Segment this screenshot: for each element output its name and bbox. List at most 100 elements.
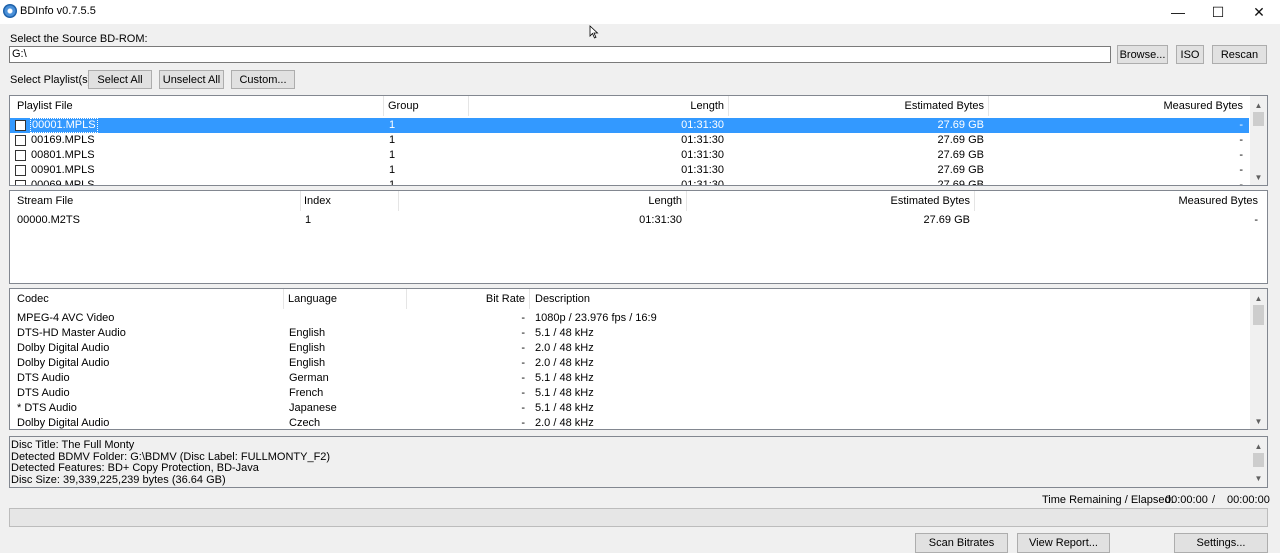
col-estimated-bytes[interactable]: Estimated Bytes xyxy=(686,191,970,211)
codec-row[interactable]: MPEG-4 AVC Video - 1080p / 23.976 fps / … xyxy=(10,311,1249,326)
scroll-down-icon[interactable]: ▼ xyxy=(1250,471,1267,485)
codec-description: 5.1 / 48 kHz xyxy=(535,327,594,339)
playlist-row[interactable]: 00069.MPLS 1 01:31:30 27.69 GB - xyxy=(10,178,1249,186)
playlist-checkbox[interactable] xyxy=(15,165,26,176)
playlist-file: 00169.MPLS xyxy=(31,134,95,146)
col-language[interactable]: Language xyxy=(288,289,337,309)
disc-info-box[interactable]: Disc Title: The Full Monty Detected BDMV… xyxy=(9,436,1268,488)
time-separator: / xyxy=(1212,494,1216,506)
playlist-row[interactable]: 00801.MPLS 1 01:31:30 27.69 GB - xyxy=(10,148,1249,163)
codec-language: German xyxy=(289,372,329,384)
playlist-measured: - xyxy=(1239,149,1243,161)
view-report-button[interactable]: View Report... xyxy=(1017,533,1110,553)
scan-progress-bar xyxy=(9,508,1268,527)
scroll-up-icon[interactable]: ▲ xyxy=(1250,439,1267,453)
scroll-up-icon[interactable]: ▲ xyxy=(1250,98,1267,112)
playlist-estimated: 27.69 GB xyxy=(937,134,984,146)
col-estimated-bytes[interactable]: Estimated Bytes xyxy=(728,96,984,116)
playlist-file: 00801.MPLS xyxy=(31,149,95,161)
codec-name: DTS-HD Master Audio xyxy=(17,327,126,339)
codec-row[interactable]: Dolby Digital Audio English - 2.0 / 48 k… xyxy=(10,356,1249,371)
scroll-thumb[interactable] xyxy=(1253,112,1264,126)
playlist-measured: - xyxy=(1239,164,1243,176)
scroll-down-icon[interactable]: ▼ xyxy=(1250,414,1267,428)
codec-name: DTS Audio xyxy=(17,387,70,399)
col-measured-bytes[interactable]: Measured Bytes xyxy=(988,96,1243,116)
codec-scrollbar[interactable]: ▲ ▼ xyxy=(1250,289,1267,429)
iso-button[interactable]: ISO xyxy=(1176,45,1204,64)
maximize-button[interactable]: ☐ xyxy=(1195,0,1241,24)
col-description[interactable]: Description xyxy=(535,289,590,309)
codec-name: Dolby Digital Audio xyxy=(17,342,110,354)
playlist-scrollbar[interactable]: ▲ ▼ xyxy=(1250,96,1267,185)
scroll-thumb[interactable] xyxy=(1253,305,1264,325)
col-bit-rate[interactable]: Bit Rate xyxy=(406,289,525,309)
codec-row[interactable]: Dolby Digital Audio English - 2.0 / 48 k… xyxy=(10,341,1249,356)
disc-title-line: Disc Title: The Full Monty xyxy=(11,439,135,451)
custom-button[interactable]: Custom... xyxy=(231,70,295,89)
playlist-length: 01:31:30 xyxy=(681,134,724,146)
playlist-group: 1 xyxy=(389,119,396,131)
source-path-value: G:\ xyxy=(12,48,27,60)
col-playlist-file[interactable]: Playlist File xyxy=(17,96,73,116)
scroll-thumb[interactable] xyxy=(1253,453,1264,467)
col-length[interactable]: Length xyxy=(468,96,724,116)
col-stream-file[interactable]: Stream File xyxy=(17,191,73,211)
playlist-length: 01:31:30 xyxy=(681,149,724,161)
playlist-estimated: 27.69 GB xyxy=(937,149,984,161)
col-group[interactable]: Group xyxy=(388,96,419,116)
codec-row[interactable]: * DTS Audio Japanese - 5.1 / 48 kHz xyxy=(10,401,1249,416)
playlist-row[interactable]: 00901.MPLS 1 01:31:30 27.69 GB - xyxy=(10,163,1249,178)
playlist-group: 1 xyxy=(389,179,396,186)
codec-row[interactable]: DTS Audio German - 5.1 / 48 kHz xyxy=(10,371,1249,386)
codec-description: 5.1 / 48 kHz xyxy=(535,402,594,414)
scroll-up-icon[interactable]: ▲ xyxy=(1250,291,1267,305)
disc-features-line: Detected Features: BD+ Copy Protection, … xyxy=(11,462,259,474)
scroll-down-icon[interactable]: ▼ xyxy=(1250,170,1267,184)
col-measured-bytes[interactable]: Measured Bytes xyxy=(974,191,1258,211)
col-length[interactable]: Length xyxy=(398,191,682,211)
playlist-length: 01:31:30 xyxy=(681,179,724,186)
playlist-length: 01:31:30 xyxy=(681,164,724,176)
codec-bitrate: - xyxy=(521,402,525,414)
playlist-checkbox[interactable] xyxy=(15,120,26,131)
codec-language: English xyxy=(289,327,326,339)
playlist-measured: - xyxy=(1239,179,1243,186)
codec-bitrate: - xyxy=(521,417,525,429)
codec-description: 2.0 / 48 kHz xyxy=(535,417,594,429)
select-all-button[interactable]: Select All xyxy=(88,70,152,89)
playlist-list[interactable]: Playlist File Group Length Estimated Byt… xyxy=(9,95,1268,186)
unselect-all-button[interactable]: Unselect All xyxy=(159,70,224,89)
time-elapsed: 00:00:00 xyxy=(1227,494,1270,506)
codec-name: MPEG-4 AVC Video xyxy=(17,312,115,324)
disc-size-line: Disc Size: 39,339,225,239 bytes (36.64 G… xyxy=(11,473,226,486)
playlist-checkbox[interactable] xyxy=(15,135,26,146)
info-scrollbar[interactable]: ▲ ▼ xyxy=(1250,437,1267,487)
playlist-row[interactable]: 00169.MPLS 1 01:31:30 27.69 GB - xyxy=(10,133,1249,148)
codec-list[interactable]: Codec Language Bit Rate Description MPEG… xyxy=(9,288,1268,430)
close-button[interactable]: ✕ xyxy=(1236,0,1280,24)
col-codec[interactable]: Codec xyxy=(17,289,49,309)
stream-row[interactable]: 00000.M2TS 1 01:31:30 27.69 GB - xyxy=(10,213,1267,228)
codec-bitrate: - xyxy=(521,372,525,384)
source-path-input[interactable]: G:\ xyxy=(9,46,1111,63)
settings-button[interactable]: Settings... xyxy=(1174,533,1268,553)
playlist-estimated: 27.69 GB xyxy=(937,179,984,186)
stream-list[interactable]: Stream File Index Length Estimated Bytes… xyxy=(9,190,1268,284)
codec-row[interactable]: DTS-HD Master Audio English - 5.1 / 48 k… xyxy=(10,326,1249,341)
codec-description: 5.1 / 48 kHz xyxy=(535,372,594,384)
codec-row[interactable]: DTS Audio French - 5.1 / 48 kHz xyxy=(10,386,1249,401)
playlist-checkbox[interactable] xyxy=(15,150,26,161)
playlist-measured: - xyxy=(1239,134,1243,146)
playlist-row[interactable]: 00001.MPLS 1 01:31:30 27.69 GB - xyxy=(10,118,1249,133)
playlist-group: 1 xyxy=(389,134,396,146)
scan-bitrates-button[interactable]: Scan Bitrates xyxy=(915,533,1008,553)
playlist-select-label: Select Playlist(s): xyxy=(10,74,95,86)
codec-row[interactable]: Dolby Digital Audio Czech - 2.0 / 48 kHz xyxy=(10,416,1249,429)
codec-language: English xyxy=(289,342,326,354)
browse-button[interactable]: Browse... xyxy=(1117,45,1168,64)
playlist-checkbox[interactable] xyxy=(15,180,26,185)
col-index[interactable]: Index xyxy=(304,191,331,211)
time-label: Time Remaining / Elapsed: xyxy=(1042,494,1174,506)
rescan-button[interactable]: Rescan xyxy=(1212,45,1267,64)
